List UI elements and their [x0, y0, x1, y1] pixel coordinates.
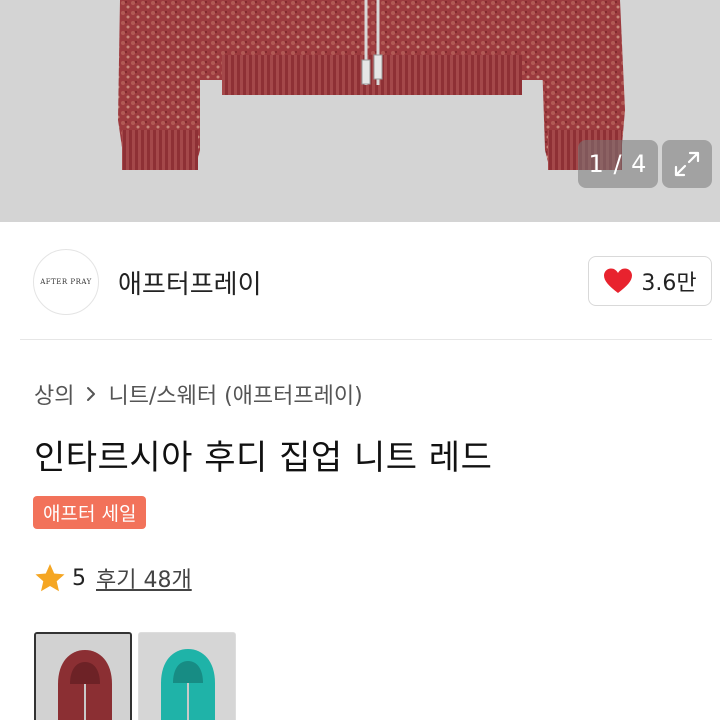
brand-logo-text: AFTER PRAY: [40, 278, 92, 286]
brand-name[interactable]: 애프터프레이: [118, 264, 262, 301]
swatch-image-red: [36, 634, 130, 720]
breadcrumb: 상의 니트/스웨터 (애프터프레이): [34, 378, 363, 410]
expand-arrows-icon: [674, 151, 700, 177]
swatch-image-teal: [139, 633, 235, 720]
image-counter: 1 / 4: [578, 140, 658, 188]
cardigan-photo: [118, 0, 625, 170]
brand-logo[interactable]: AFTER PRAY: [33, 249, 99, 315]
expand-button[interactable]: [662, 140, 712, 188]
rating-score: 5: [72, 565, 86, 591]
star-icon: [35, 564, 65, 592]
sale-badge: 애프터 세일: [33, 496, 147, 529]
breadcrumb-item-subcategory[interactable]: 니트/스웨터 (애프터프레이): [108, 378, 362, 410]
like-count: 3.6만: [641, 271, 697, 296]
product-image[interactable]: 1 / 4: [0, 0, 720, 222]
product-title: 인타르시아 후디 집업 니트 레드: [34, 438, 493, 478]
brand-row: AFTER PRAY 애프터프레이 3.6만: [0, 222, 720, 340]
color-swatch-teal[interactable]: [138, 632, 236, 720]
breadcrumb-item-category[interactable]: 상의: [34, 378, 74, 410]
review-link[interactable]: 후기 48개: [96, 562, 192, 594]
color-swatch-red[interactable]: [34, 632, 132, 720]
rating-row: 5 후기 48개: [34, 562, 192, 594]
like-button[interactable]: 3.6만: [588, 256, 712, 306]
chevron-right-icon: [87, 387, 96, 401]
heart-icon: [604, 268, 633, 293]
divider: [20, 339, 712, 340]
